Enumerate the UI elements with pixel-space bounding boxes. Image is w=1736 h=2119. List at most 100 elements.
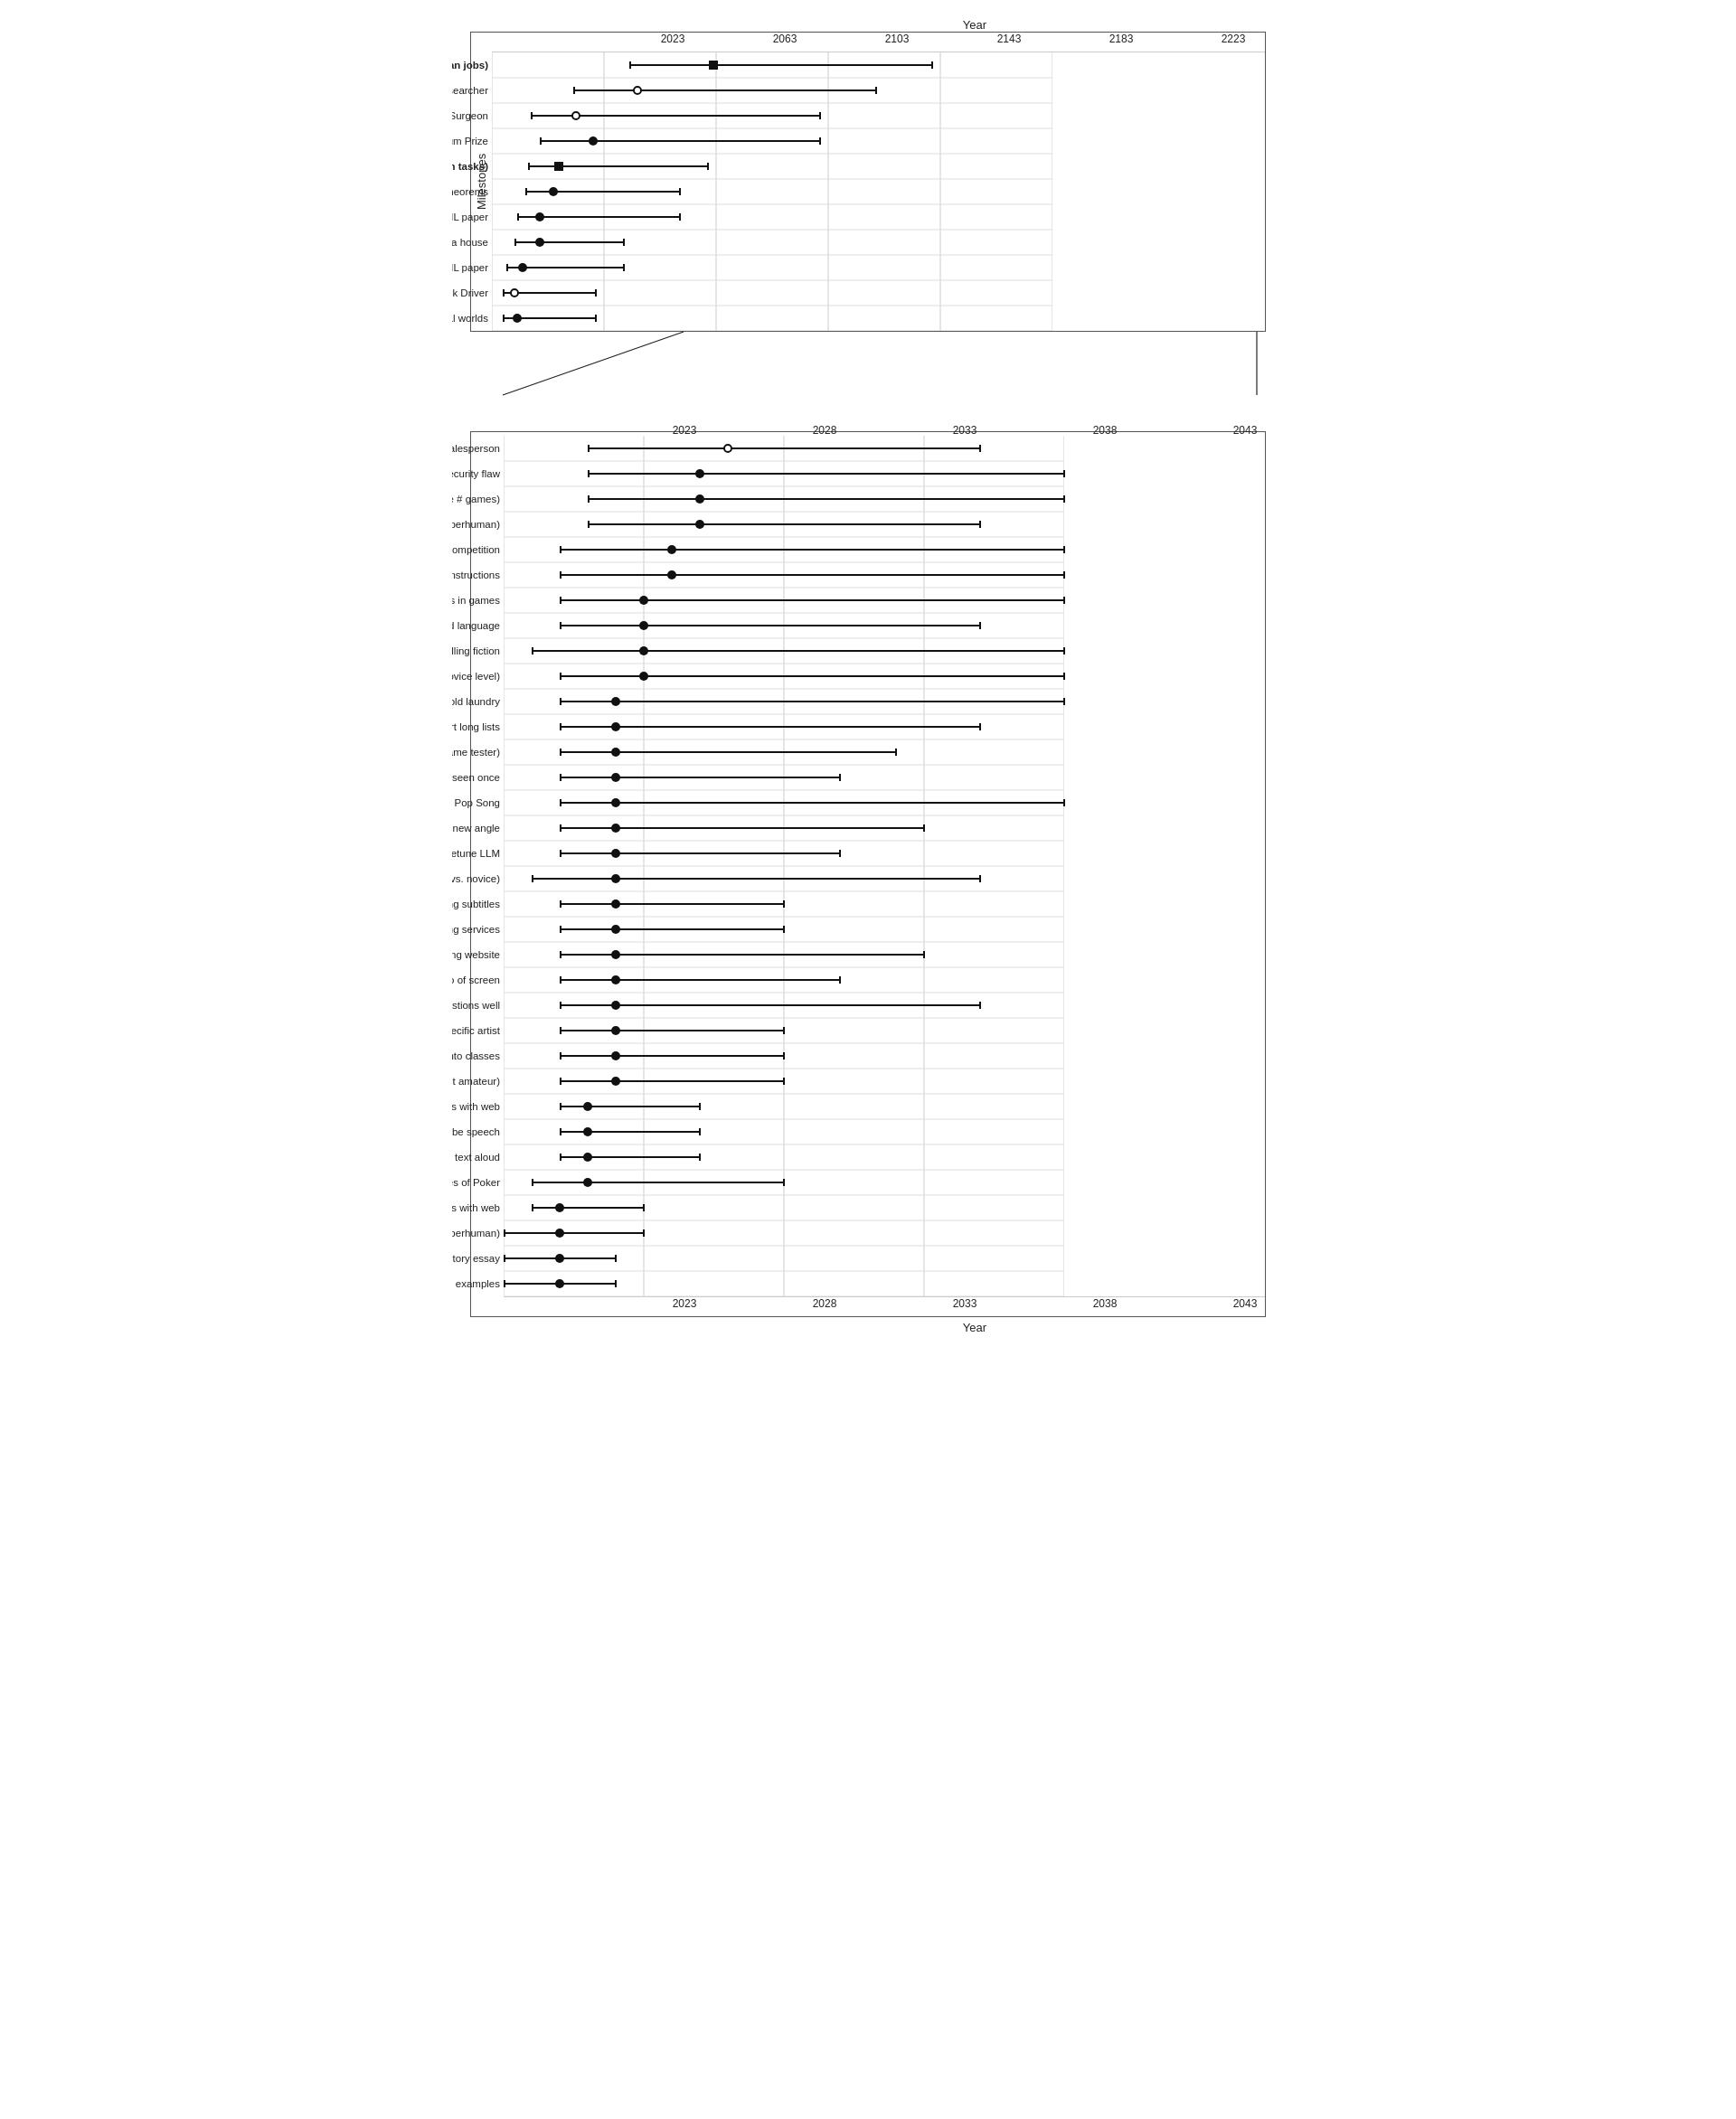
x-tick-2043: 2043 xyxy=(1233,424,1258,437)
left-tick-33 xyxy=(504,1280,505,1287)
right-tick-27 xyxy=(699,1128,701,1135)
left-tick-17 xyxy=(532,875,533,882)
left-tick-4 xyxy=(528,163,530,170)
row-label-12: All Atari games (vs. pro game tester) xyxy=(452,747,500,758)
median-dot-0 xyxy=(723,444,732,453)
left-tick-26 xyxy=(560,1103,561,1110)
row-item-23: Fake new song by specific artist xyxy=(504,1018,1064,1043)
left-tick-32 xyxy=(504,1255,505,1262)
median-dot-3 xyxy=(589,137,598,146)
x-tick-2223: 2223 xyxy=(1222,33,1246,45)
row-label-33: Simple Python code given spec and exampl… xyxy=(452,1278,500,1289)
median-dot-5 xyxy=(667,570,676,579)
whisker-3 xyxy=(540,140,820,142)
row-item-6: Explain AI actions in games xyxy=(504,588,1064,613)
median-dot-22 xyxy=(611,1001,620,1010)
whisker-5 xyxy=(560,574,1064,576)
median-dot-4 xyxy=(554,162,563,171)
median-dot-16 xyxy=(611,849,620,858)
bottom-x-tick-2033: 2033 xyxy=(953,1297,977,1310)
row-label-23: Fake new song by specific artist xyxy=(452,1025,500,1036)
left-tick-1 xyxy=(588,470,590,477)
row-label-4: Win Putnam Math Competition xyxy=(452,544,500,555)
right-tick-7 xyxy=(979,622,981,629)
left-tick-0 xyxy=(629,61,631,69)
left-tick-0 xyxy=(588,445,590,452)
row-label-16: Finetune LLM xyxy=(452,848,500,859)
row-item-21: Top Starcraft play via video of screen xyxy=(504,967,1064,993)
row-item-18: Translate speech using subtitles xyxy=(504,891,1064,917)
right-tick-33 xyxy=(615,1280,617,1287)
right-tick-3 xyxy=(819,137,821,145)
right-tick-29 xyxy=(783,1179,785,1186)
bottom-x-tick-2023: 2023 xyxy=(673,1297,697,1310)
whisker-31 xyxy=(504,1232,644,1234)
row-item-9: Random new computer game (novice level) xyxy=(504,664,1064,689)
median-dot-25 xyxy=(611,1077,620,1086)
left-tick-3 xyxy=(540,137,542,145)
row-label-10: Fold laundry xyxy=(452,696,500,707)
left-tick-5 xyxy=(560,571,561,579)
whisker-26 xyxy=(560,1106,700,1107)
median-dot-12 xyxy=(611,748,620,757)
median-dot-4 xyxy=(667,545,676,554)
whisker-24 xyxy=(560,1055,784,1057)
left-tick-22 xyxy=(560,1002,561,1009)
row-label-31: Angry Birds (superhuman) xyxy=(452,1228,500,1238)
connector xyxy=(470,332,1266,395)
bottom-x-tick-2028: 2028 xyxy=(813,1297,837,1310)
row-label-25: Translate text (vs. fluent amateur) xyxy=(452,1076,500,1087)
right-tick-4 xyxy=(1063,546,1065,553)
right-tick-32 xyxy=(615,1255,617,1262)
x-tick-2103: 2103 xyxy=(885,33,910,45)
whisker-11 xyxy=(560,726,980,728)
right-tick-5 xyxy=(679,188,681,195)
left-tick-6 xyxy=(560,597,561,604)
row-item-8: NYT best-selling fiction xyxy=(504,638,1064,664)
right-tick-24 xyxy=(783,1052,785,1060)
right-tick-2 xyxy=(1063,495,1065,503)
median-dot-2 xyxy=(571,111,580,120)
right-tick-3 xyxy=(979,521,981,528)
row-label-5: Publishable math theorems xyxy=(452,186,488,197)
left-tick-16 xyxy=(560,850,561,857)
whisker-19 xyxy=(560,928,784,930)
left-tick-5 xyxy=(525,188,527,195)
row-item-26: Answer open-ended fact questions with we… xyxy=(504,1094,1064,1119)
row-item-2: Beat humans at Go (after same # games) xyxy=(504,486,1064,512)
row-label-1: AI Researcher xyxy=(452,85,488,96)
x-tick-2038: 2038 xyxy=(1093,424,1118,437)
right-tick-9 xyxy=(1063,673,1065,680)
row-label-27: Transcribe speech xyxy=(452,1126,500,1137)
median-dot-7 xyxy=(639,621,648,630)
right-tick-9 xyxy=(595,289,597,297)
svg-line-17 xyxy=(503,332,684,395)
right-tick-15 xyxy=(923,824,925,832)
row-label-9: Truck Driver xyxy=(452,287,488,298)
row-item-10: Equations governing virtual worlds xyxy=(492,306,1052,331)
row-label-15: Construct video from new angle xyxy=(452,823,500,833)
row-item-4: Win Putnam Math Competition xyxy=(504,537,1064,562)
whisker-2 xyxy=(588,498,1064,500)
row-item-25: Translate text (vs. fluent amateur) xyxy=(504,1069,1064,1094)
median-dot-3 xyxy=(695,520,704,529)
whisker-10 xyxy=(560,701,1064,702)
right-tick-6 xyxy=(679,213,681,221)
row-item-3: 5km city race as bipedal robot (superhum… xyxy=(504,512,1064,537)
row-label-24: Group new objects into classes xyxy=(452,1050,500,1061)
median-dot-10 xyxy=(513,314,522,323)
whisker-8 xyxy=(532,650,1064,652)
row-label-26: Answer open-ended fact questions with we… xyxy=(452,1101,500,1112)
row-item-4: High Level Machine Intelligence (all hum… xyxy=(492,154,1052,179)
whisker-28 xyxy=(560,1156,700,1158)
bottom-chart: 20232028203320382043 Retail SalespersonF… xyxy=(470,431,1266,1317)
median-dot-8 xyxy=(518,263,527,272)
row-item-30: Answer factoid questions with web xyxy=(504,1195,1064,1220)
top-chart-body: 202320632103214321832223 Full Automation… xyxy=(492,33,1265,331)
x-tick-2023: 2023 xyxy=(661,33,685,45)
row-item-0: Full Automation of Labor (all human jobs… xyxy=(492,52,1052,78)
right-tick-19 xyxy=(783,926,785,933)
whisker-22 xyxy=(560,1004,980,1006)
right-tick-23 xyxy=(783,1027,785,1034)
left-tick-10 xyxy=(560,698,561,705)
